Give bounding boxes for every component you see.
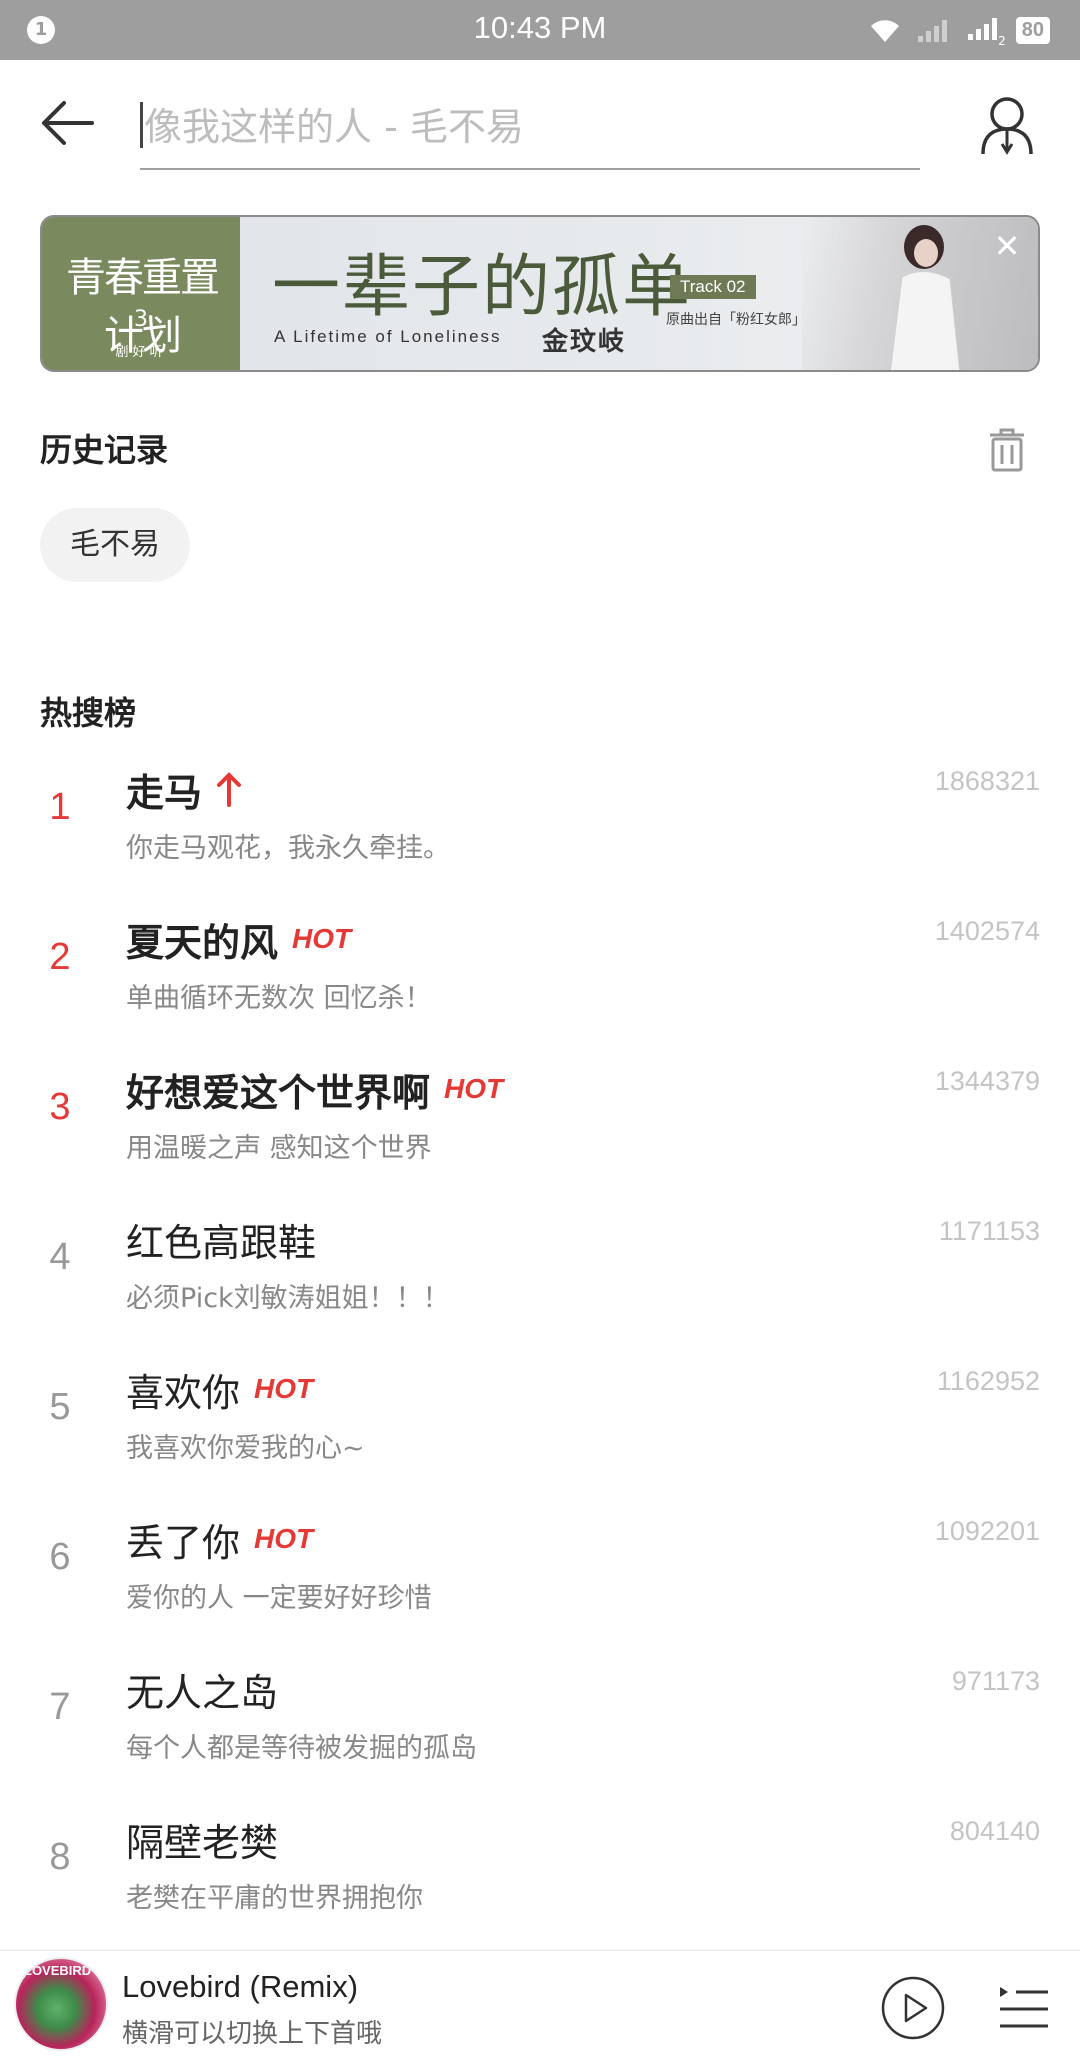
history-section-title: 历史记录 [40, 431, 169, 469]
banner-close-icon[interactable]: ✕ [990, 229, 1024, 263]
hot-search-description: 你走马观花，我永久牵挂。 [126, 833, 450, 864]
trending-up-arrow-icon [217, 772, 242, 807]
hot-badge: HOT [444, 1073, 504, 1104]
signal-sim2: 2 [966, 14, 1006, 48]
hot-search-song-name: 夏天的风 [126, 920, 279, 965]
hot-search-song-name: 丢了你 [126, 1520, 241, 1565]
hot-search-title-line: 喜欢你 HOT [126, 1364, 314, 1415]
singer-user-icon[interactable] [978, 94, 1036, 158]
hot-search-count: 804140 [949, 1816, 1040, 1846]
player-subtitle: 横滑可以切换上下首哦 [122, 2019, 383, 2049]
hot-search-description: 单曲循环无数次 回忆杀！ [126, 983, 432, 1014]
hot-search-count: 1171153 [938, 1216, 1040, 1246]
hot-search-row[interactable]: 8 隔壁老樊老樊在平庸的世界拥抱你 804140 [0, 1800, 1080, 1950]
hot-search-song-name: 红色高跟鞋 [126, 1220, 317, 1265]
playlist-icon[interactable] [996, 1979, 1052, 2035]
hot-search-rank: 8 [49, 1836, 71, 1878]
back-arrow-icon[interactable] [38, 98, 98, 148]
search-input[interactable] [144, 96, 904, 158]
text-cursor [140, 102, 143, 148]
hot-search-row[interactable]: 2 夏天的风 HOT 单曲循环无数次 回忆杀！ 1402574 [0, 900, 1080, 1050]
album-art-label: LOVEBIRD [24, 1963, 92, 1978]
signal-strong-icon [967, 18, 997, 40]
hot-search-song-name: 喜欢你 [126, 1370, 241, 1415]
banner-series-panel: 青春重置计划 3 剧好听 [42, 217, 240, 370]
hot-search-title-line: 无人之岛 [126, 1664, 279, 1715]
hot-search-row[interactable]: 4 红色高跟鞋必须Pick刘敏涛姐姐！！！ 1171153 [0, 1200, 1080, 1350]
hot-search-title-line: 走马 [126, 764, 242, 815]
hot-search-title-line: 好想爱这个世界啊 HOT [126, 1064, 504, 1115]
hot-search-song-name: 好想爱这个世界啊 [126, 1070, 431, 1115]
hot-search-rank: 3 [49, 1086, 71, 1128]
hot-search-rank: 7 [49, 1686, 71, 1728]
hot-search-description: 用温暖之声 感知这个世界 [126, 1133, 432, 1164]
hot-search-description: 必须Pick刘敏涛姐姐！！！ [126, 1283, 450, 1314]
history-chip[interactable]: 毛不易 [40, 508, 190, 582]
hot-search-song-name: 走马 [126, 770, 203, 815]
hot-search-rank: 2 [49, 936, 71, 978]
hot-search-count: 1344379 [934, 1066, 1040, 1096]
hot-search-row[interactable]: 6 丢了你 HOT 爱你的人 一定要好好珍惜 1092201 [0, 1500, 1080, 1650]
trash-icon[interactable] [986, 427, 1028, 473]
hot-search-song-name: 隔壁老樊 [126, 1820, 279, 1865]
status-icons: 2 80 [868, 14, 1050, 48]
hot-search-rank: 1 [49, 786, 71, 828]
hot-search-description: 我喜欢你爱我的心~ [126, 1433, 365, 1464]
hot-search-description: 老樊在平庸的世界拥抱你 [126, 1883, 423, 1914]
battery-indicator: 80 [1015, 16, 1050, 44]
banner-series-sub: 剧好听 [115, 345, 167, 360]
hot-search-count: 1868321 [934, 766, 1040, 796]
hot-search-song-name: 无人之岛 [126, 1670, 279, 1715]
hot-search-title-line: 夏天的风 HOT [126, 914, 352, 965]
sim2-label: 2 [998, 34, 1006, 48]
banner-source: 原曲出自「粉红女郎」 [666, 312, 806, 328]
hot-search-count: 971173 [951, 1666, 1040, 1696]
player-song-title: Lovebird (Remix) [122, 1969, 359, 2004]
hot-search-list: 1 走马你走马观花，我永久牵挂。 1868321 2 夏天的风 HOT 单曲循环无数次 回忆… [0, 750, 1080, 1950]
hot-search-rank: 6 [49, 1536, 71, 1578]
banner-singer-image [889, 225, 961, 370]
hot-search-title: 热搜榜 [40, 694, 137, 732]
hot-search-description: 爱你的人 一定要好好珍惜 [126, 1583, 432, 1614]
hot-search-row[interactable]: 1 走马你走马观花，我永久牵挂。 1868321 [0, 750, 1080, 900]
play-icon[interactable] [880, 1975, 946, 2041]
hot-search-count: 1092201 [934, 1516, 1040, 1546]
hot-search-row[interactable]: 3 好想爱这个世界啊 HOT 用温暖之声 感知这个世界 1344379 [0, 1050, 1080, 1200]
album-art[interactable]: LOVEBIRD [14, 1957, 108, 2051]
hot-search-title-line: 隔壁老樊 [126, 1814, 279, 1865]
hot-search-row[interactable]: 5 喜欢你 HOT 我喜欢你爱我的心~ 1162952 [0, 1350, 1080, 1500]
hot-search-title-line: 红色高跟鞋 [126, 1214, 317, 1265]
mini-player[interactable]: LOVEBIRD Lovebird (Remix) 横滑可以切换上下首哦 [0, 1950, 1080, 2060]
banner-title: 一辈子的孤单 [272, 248, 693, 327]
signal-weak-icon [917, 20, 947, 42]
banner-subtitle: A Lifetime of Loneliness [274, 327, 502, 346]
promo-banner[interactable]: 青春重置计划 3 剧好听 一辈子的孤单 A Lifetime of Loneli… [40, 215, 1040, 372]
hot-search-count: 1162952 [936, 1366, 1040, 1396]
hot-badge: HOT [254, 1523, 314, 1554]
banner-track-badge: Track 02 [670, 275, 756, 299]
search-header [0, 60, 1080, 190]
hot-search-count: 1402574 [934, 916, 1040, 946]
search-box[interactable] [140, 92, 920, 170]
status-bar: 1 10:43 PM 2 80 [0, 0, 1080, 60]
banner-series-part: 3 [134, 307, 148, 332]
hot-badge: HOT [292, 923, 352, 954]
hot-search-rank: 5 [49, 1386, 71, 1428]
hot-search-rank: 4 [49, 1236, 71, 1278]
hot-search-title-line: 丢了你 HOT [126, 1514, 314, 1565]
banner-artist: 金玟岐 [542, 327, 627, 357]
hot-search-description: 每个人都是等待被发掘的孤岛 [126, 1733, 477, 1764]
hot-badge: HOT [254, 1373, 314, 1404]
wifi-icon [870, 20, 899, 42]
hot-search-row[interactable]: 7 无人之岛每个人都是等待被发掘的孤岛 971173 [0, 1650, 1080, 1800]
